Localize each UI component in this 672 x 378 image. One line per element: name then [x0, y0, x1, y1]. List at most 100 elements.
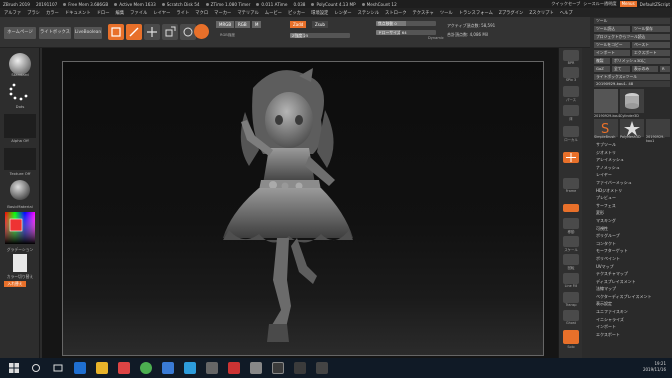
default-zscript[interactable]: DefaultZScript	[640, 2, 670, 7]
subpalette-export[interactable]: エクスポート	[594, 331, 670, 339]
taskbar-app-icon-2[interactable]	[316, 362, 328, 374]
subpalette-preview[interactable]: プレビュー	[594, 194, 670, 202]
make-polymesh-button[interactable]: ポリメッシュ3Dに	[612, 58, 670, 64]
subpalette-visibility[interactable]: 可視性	[594, 225, 670, 233]
system-clock[interactable]: 19:21 2019/11/16	[643, 361, 666, 373]
menu-alpha[interactable]: アルファ	[4, 10, 21, 16]
menu-transform[interactable]: トランスフォーム	[459, 10, 493, 16]
tool-thumb-main[interactable]	[594, 89, 618, 113]
menus-button[interactable]: Menus	[619, 1, 637, 7]
floor-button[interactable]	[563, 105, 579, 116]
local-button[interactable]	[563, 126, 579, 137]
export-button[interactable]: エクスポート	[632, 50, 670, 56]
menu-preferences[interactable]: 環境設定	[311, 10, 328, 16]
subpalette-fibermesh[interactable]: ファイバーメッシュ	[594, 179, 670, 187]
menu-zscript[interactable]: Zスクリプト	[529, 10, 553, 16]
subpalette-surface[interactable]: サーフェス	[594, 202, 670, 210]
subpalette-uv-map[interactable]: UVマップ	[594, 263, 670, 271]
subpalette-import[interactable]: インポート	[594, 323, 670, 331]
subpalette-vector-displacement[interactable]: ベクターディスプレイスメント	[594, 293, 670, 301]
subpalette-displacement-map[interactable]: ディスプレイスメント	[594, 278, 670, 286]
start-button[interactable]	[8, 362, 20, 374]
ghost-button[interactable]	[563, 310, 579, 321]
menu-draw[interactable]: ドロー	[97, 10, 110, 16]
edit-button[interactable]	[108, 24, 124, 40]
taskbar-app-blue-icon[interactable]	[162, 362, 174, 374]
document-canvas[interactable]	[62, 61, 544, 356]
menu-stroke[interactable]: ストローク	[385, 10, 406, 16]
quicksave-button[interactable]: クイックセーブ	[551, 1, 580, 7]
menu-edit[interactable]: 編集	[116, 10, 125, 16]
frame-button[interactable]	[563, 178, 579, 189]
dynamic-toggle[interactable]: Dynamic	[428, 36, 444, 40]
switch-color-button[interactable]: カラー切り替え	[0, 274, 40, 280]
subpalette-polypaint[interactable]: ポリペイント	[594, 255, 670, 263]
tool-palette-header[interactable]: ツール	[594, 18, 670, 24]
clone-button[interactable]: 複製	[594, 58, 610, 64]
move-view-button[interactable]	[563, 218, 579, 229]
subpalette-arraymesh[interactable]: アレイメッシュ	[594, 156, 670, 164]
scale-view-button[interactable]	[563, 236, 579, 247]
bpr-button[interactable]	[563, 50, 579, 61]
rotate-view-button[interactable]	[563, 254, 579, 265]
focal-shift-slider[interactable]: 焦点移動 0	[376, 21, 436, 26]
subpalette-polygroups[interactable]: ポリグループ	[594, 232, 670, 240]
taskbar-app-icon[interactable]	[294, 362, 306, 374]
subpalette-normal-map[interactable]: 法線マップ	[594, 285, 670, 293]
menu-help[interactable]: ヘルプ	[560, 10, 573, 16]
see-through-slider[interactable]: シースルー透明度	[583, 1, 616, 7]
menu-color[interactable]: カラー	[46, 10, 59, 16]
load-tool-button[interactable]: ツール読込	[594, 26, 630, 32]
subpalette-subtool[interactable]: サブツール	[594, 141, 670, 149]
alpha-selector[interactable]	[4, 114, 36, 138]
taskbar-edge-icon[interactable]	[74, 362, 86, 374]
menu-tool[interactable]: ツール	[440, 10, 453, 16]
subpalette-morph-target[interactable]: モーフターゲット	[594, 247, 670, 255]
gradient-toggle[interactable]: グラデーション	[0, 247, 40, 253]
subpalette-masking[interactable]: マスキング	[594, 217, 670, 225]
draw-size-slider[interactable]: ドローサイズ 64	[376, 30, 436, 35]
move-button[interactable]	[144, 24, 160, 40]
taskbar-app-gray2-icon[interactable]	[250, 362, 262, 374]
zadd-toggle[interactable]: Zadd	[290, 21, 307, 28]
z-intensity-slider[interactable]: Z強度 25	[290, 33, 350, 38]
menu-file[interactable]: ファイル	[130, 10, 147, 16]
save-tool-button[interactable]: ツール保存	[632, 26, 670, 32]
lightbox-tool-button[interactable]: ライトボックス>ツール	[594, 74, 670, 80]
stroke-selector[interactable]	[4, 80, 36, 102]
mrgb-toggle[interactable]: MRGB	[216, 21, 235, 28]
all-button[interactable]: 全て	[612, 66, 630, 72]
taskbar-app-red2-icon[interactable]	[228, 362, 240, 374]
perspective-button[interactable]	[563, 86, 579, 97]
menu-stencil[interactable]: ステンシル	[358, 10, 379, 16]
load-from-project-button[interactable]: プロジェクトからツール読込	[594, 34, 670, 40]
goz-button[interactable]: GoZ	[594, 66, 610, 72]
texture-selector[interactable]	[4, 148, 36, 170]
menu-zplugin[interactable]: Zプラグイン	[499, 10, 523, 16]
lightbox-button[interactable]: ライトボックス	[39, 27, 71, 39]
subpalette-nanomesh[interactable]: ナノメッシュ	[594, 164, 670, 172]
subpalette-layers[interactable]: レイヤー	[594, 171, 670, 179]
liveboolean-button[interactable]: LiveBoolean	[74, 27, 102, 39]
color-picker[interactable]	[4, 211, 36, 245]
menu-movie[interactable]: ムービー	[265, 10, 282, 16]
taskbar-explorer-icon[interactable]	[96, 362, 108, 374]
sculpt-model[interactable]	[63, 62, 544, 356]
menu-marker[interactable]: マーカー	[214, 10, 231, 16]
menu-picker[interactable]: ピッカー	[288, 10, 305, 16]
menu-macro[interactable]: マクロ	[195, 10, 208, 16]
import-button[interactable]: インポート	[594, 50, 630, 56]
subpalette-texture-map[interactable]: テクスチャマップ	[594, 270, 670, 278]
draw-button[interactable]	[126, 24, 142, 40]
task-view-button[interactable]	[52, 362, 64, 374]
subpalette-initialize[interactable]: イニシャライズ	[594, 316, 670, 324]
solo-button[interactable]	[563, 330, 579, 344]
taskbar-chrome-icon[interactable]	[140, 362, 152, 374]
menu-brush[interactable]: ブラシ	[27, 10, 40, 16]
menu-texture[interactable]: テクスチャ	[413, 10, 434, 16]
scale-button[interactable]	[162, 24, 178, 40]
swap-color-button[interactable]: 入れ替え	[4, 281, 26, 287]
subpalette-deformation[interactable]: 変形	[594, 209, 670, 217]
m-toggle[interactable]: M	[252, 21, 262, 28]
copy-tool-button[interactable]: ツールをコピー	[594, 42, 630, 48]
